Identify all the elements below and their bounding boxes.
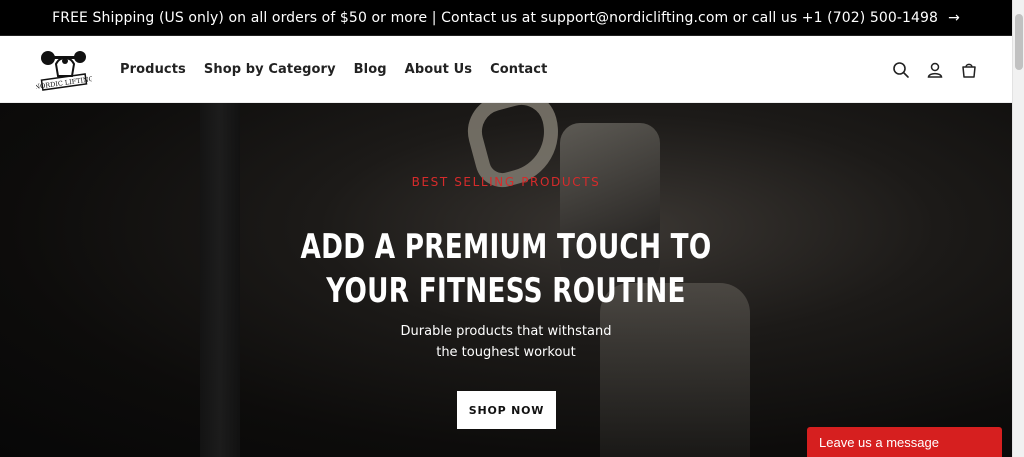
shop-now-button[interactable]: SHOP NOW (457, 391, 556, 429)
nav-contact[interactable]: Contact (490, 62, 547, 77)
nav-shop-by-category[interactable]: Shop by Category (204, 62, 336, 77)
hero-subheading-line2: the toughest workout (436, 345, 576, 360)
hero-eyebrow: BEST SELLING PRODUCTS (411, 175, 601, 189)
hero-headline: ADD A PREMIUM TOUCH TO YOUR FITNESS ROUT… (71, 225, 941, 313)
account-icon[interactable] (926, 61, 944, 79)
cart-icon[interactable] (960, 61, 978, 79)
nav-about-us[interactable]: About Us (405, 62, 472, 77)
nav-products[interactable]: Products (120, 62, 186, 77)
announcement-text: FREE Shipping (US only) on all orders of… (52, 9, 939, 26)
hero-subheading: Durable products that withstand the toug… (0, 321, 1012, 363)
nav-blog[interactable]: Blog (354, 62, 387, 77)
scrollbar[interactable] (1012, 0, 1024, 457)
scrollbar-thumb[interactable] (1015, 14, 1023, 70)
search-icon[interactable] (892, 61, 910, 79)
hero-content: BEST SELLING PRODUCTS ADD A PREMIUM TOUC… (0, 103, 1012, 457)
chat-widget-button[interactable]: Leave us a message (807, 427, 1002, 457)
hero-subheading-line1: Durable products that withstand (400, 324, 612, 339)
hero-headline-line2: YOUR FITNESS ROUTINE (326, 271, 686, 311)
hero-headline-line1: ADD A PREMIUM TOUCH TO (300, 227, 712, 267)
site-logo[interactable]: NORDIC LIFTING (34, 44, 94, 94)
main-nav: Products Shop by Category Blog About Us … (120, 36, 547, 103)
site-header: NORDIC LIFTING Products Shop by Category… (0, 36, 1012, 103)
arrow-right-icon[interactable]: → (948, 10, 960, 26)
nordic-lifting-logo-icon: NORDIC LIFTING (34, 51, 94, 91)
announcement-bar[interactable]: FREE Shipping (US only) on all orders of… (0, 0, 1012, 36)
hero-banner: BEST SELLING PRODUCTS ADD A PREMIUM TOUC… (0, 103, 1012, 457)
chat-label: Leave us a message (819, 434, 939, 450)
header-icons (892, 36, 978, 103)
